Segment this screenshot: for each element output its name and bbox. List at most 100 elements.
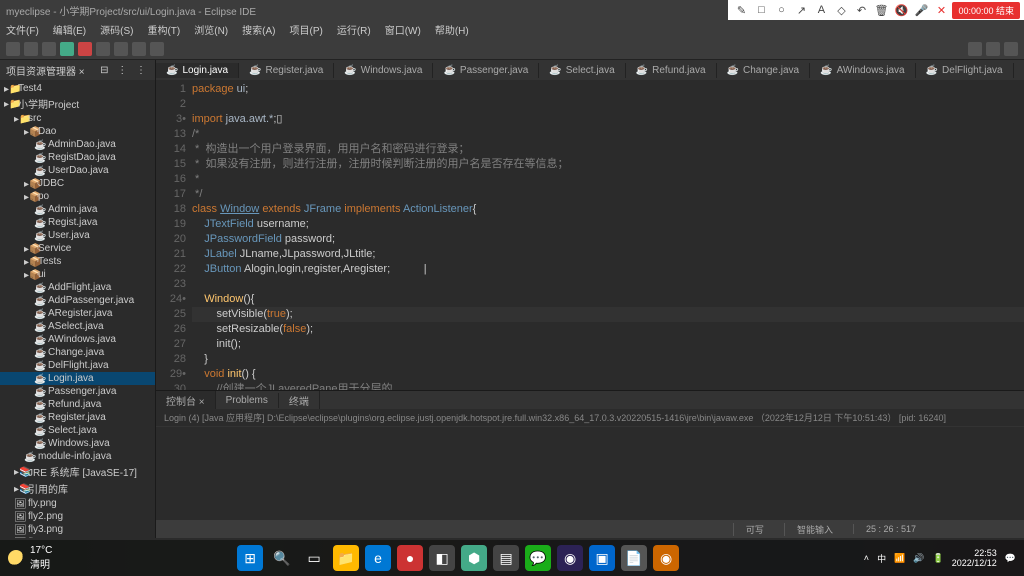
code-editor[interactable]: 123•13 1415161718192021222324•2526272829… — [156, 80, 1024, 390]
editor-tab[interactable]: ☕AWindows.java — [810, 63, 915, 78]
tree-item[interactable]: ▸📦Tests — [0, 255, 155, 268]
console-tab[interactable]: 终端 — [279, 391, 320, 410]
editor-tab[interactable]: ☕Login.java — [156, 63, 239, 78]
menu-item[interactable]: 编辑(E) — [53, 22, 86, 37]
menu-item[interactable]: 文件(F) — [6, 22, 39, 37]
menu-item[interactable]: 项目(P) — [289, 22, 322, 37]
editor-tab[interactable]: ☕Refund.java — [626, 63, 717, 78]
tree-item[interactable]: ▸📁小学期Project — [0, 95, 155, 112]
menu-item[interactable]: 重构(T) — [147, 22, 180, 37]
weather-widget[interactable]: 17°C 清明 — [8, 545, 52, 571]
sidebar-tools[interactable]: ⊟ ⋮ ⋮ — [100, 65, 149, 76]
menu-item[interactable]: 帮助(H) — [435, 22, 469, 37]
tree-item[interactable]: ▸📁Test4 — [0, 82, 155, 95]
square-icon[interactable]: □ — [752, 2, 770, 18]
tool-icon[interactable] — [96, 42, 110, 56]
tool-icon[interactable] — [60, 42, 74, 56]
circle-icon[interactable]: ○ — [772, 2, 790, 18]
menu-item[interactable]: 浏览(N) — [194, 22, 228, 37]
tray-battery-icon[interactable]: 🔋 — [933, 553, 944, 564]
tree-item[interactable]: ☕Passenger.java — [0, 385, 155, 398]
tree-item[interactable]: ☕AWindows.java — [0, 333, 155, 346]
editor-tab[interactable]: ☕Register.java — [239, 63, 334, 78]
edge-icon[interactable]: e — [365, 545, 391, 571]
tool-icon[interactable] — [24, 42, 38, 56]
tool-icon[interactable] — [42, 42, 56, 56]
text-icon[interactable]: A — [812, 2, 830, 18]
code-content[interactable]: package ui; import java.awt.*;▯/* * 构造出一… — [192, 80, 1024, 390]
menu-item[interactable]: 源码(S) — [100, 22, 133, 37]
taskview-icon[interactable]: ▭ — [301, 545, 327, 571]
tree-item[interactable]: ☕module-info.java — [0, 450, 155, 463]
tree-item[interactable]: ☕UserDao.java — [0, 164, 155, 177]
tree-item[interactable]: ☕AddFlight.java — [0, 281, 155, 294]
tray-wifi-icon[interactable]: 📶 — [894, 553, 905, 564]
mute-icon[interactable]: 🔇 — [892, 2, 910, 18]
perspective-icon[interactable] — [1004, 42, 1018, 56]
tree-item[interactable]: ▸📦Dao — [0, 125, 155, 138]
tool-icon[interactable] — [132, 42, 146, 56]
editor-tab[interactable]: ☕Passenger.java — [433, 63, 539, 78]
wechat-icon[interactable]: 💬 — [525, 545, 551, 571]
app-icon[interactable]: ⬢ — [461, 545, 487, 571]
editor-tab[interactable]: ☕Select.java — [539, 63, 625, 78]
app-icon[interactable]: ▤ — [493, 545, 519, 571]
tree-item[interactable]: 🖼fly3.png — [0, 523, 155, 536]
tree-item[interactable]: ▸📦po — [0, 190, 155, 203]
console-tab[interactable]: 控制台 × — [156, 391, 216, 410]
menu-item[interactable]: 窗口(W) — [385, 22, 421, 37]
menu-item[interactable]: 运行(R) — [337, 22, 371, 37]
perspective-icon[interactable] — [986, 42, 1000, 56]
tree-item[interactable]: ☕Select.java — [0, 424, 155, 437]
undo-icon[interactable]: ↶ — [852, 2, 870, 18]
tool-icon[interactable] — [150, 42, 164, 56]
tray-chevron-icon[interactable]: ˄ — [864, 553, 869, 563]
tree-item[interactable]: ▸📦Service — [0, 242, 155, 255]
tray-lang-icon[interactable]: 中 — [877, 552, 886, 565]
search-icon[interactable]: 🔍 — [269, 545, 295, 571]
explorer-icon[interactable]: 📁 — [333, 545, 359, 571]
tree-item[interactable]: 🖼fly.png — [0, 497, 155, 510]
close-icon[interactable]: ✕ — [932, 2, 950, 18]
tree-item[interactable]: ☕Admin.java — [0, 203, 155, 216]
tree-item[interactable]: ☕Refund.java — [0, 398, 155, 411]
app-icon[interactable]: ● — [397, 545, 423, 571]
menu-item[interactable]: 搜索(A) — [242, 22, 275, 37]
tree-item[interactable]: ▸📚引用的库 — [0, 480, 155, 497]
app-icon[interactable]: ◉ — [653, 545, 679, 571]
editor-tab[interactable]: ☕Change.java — [717, 63, 811, 78]
app-icon[interactable]: ▣ — [589, 545, 615, 571]
tree-item[interactable]: ☕AddPassenger.java — [0, 294, 155, 307]
arrow-icon[interactable]: ↗ — [792, 2, 810, 18]
tree-item[interactable]: ☕User.java — [0, 229, 155, 242]
console-tab[interactable]: Problems — [216, 393, 279, 408]
editor-tab[interactable]: ☕DelFlight.java — [916, 63, 1014, 78]
tree-item[interactable]: ☕ARegister.java — [0, 307, 155, 320]
tree-item[interactable]: ☕Register.java — [0, 411, 155, 424]
tree-item[interactable]: ☕DelFlight.java — [0, 359, 155, 372]
eraser-icon[interactable]: ◇ — [832, 2, 850, 18]
tree-item[interactable]: ☕RegistDao.java — [0, 151, 155, 164]
tool-icon[interactable] — [6, 42, 20, 56]
system-tray[interactable]: ˄ 中 📶 🔊 🔋 22:53 2022/12/12 💬 — [864, 548, 1016, 568]
start-icon[interactable]: ⊞ — [237, 545, 263, 571]
tree-item[interactable]: 🖼fly4.png — [0, 536, 155, 538]
trash-icon[interactable]: 🗑 — [872, 2, 890, 18]
tree-item[interactable]: ☕Regist.java — [0, 216, 155, 229]
console-body[interactable] — [156, 427, 1024, 520]
app-icon[interactable]: 📄 — [621, 545, 647, 571]
tree-item[interactable]: ☕Windows.java — [0, 437, 155, 450]
tool-icon[interactable] — [78, 42, 92, 56]
tray-notif-icon[interactable]: 💬 — [1005, 553, 1016, 564]
record-timer[interactable]: 00:00:00 结束 — [952, 2, 1020, 19]
app-icon[interactable]: ◧ — [429, 545, 455, 571]
tree-item[interactable]: ▸📦JDBC — [0, 177, 155, 190]
tree-item[interactable]: ▸📦ui — [0, 268, 155, 281]
tree-item[interactable]: 🖼fly2.png — [0, 510, 155, 523]
eclipse-icon[interactable]: ◉ — [557, 545, 583, 571]
tray-volume-icon[interactable]: 🔊 — [913, 553, 924, 564]
pencil-icon[interactable]: ✎ — [732, 2, 750, 18]
perspective-icon[interactable] — [968, 42, 982, 56]
tree-item[interactable]: ▸📚JRE 系统库 [JavaSE-17] — [0, 463, 155, 480]
tree-item[interactable]: ☕Login.java — [0, 372, 155, 385]
